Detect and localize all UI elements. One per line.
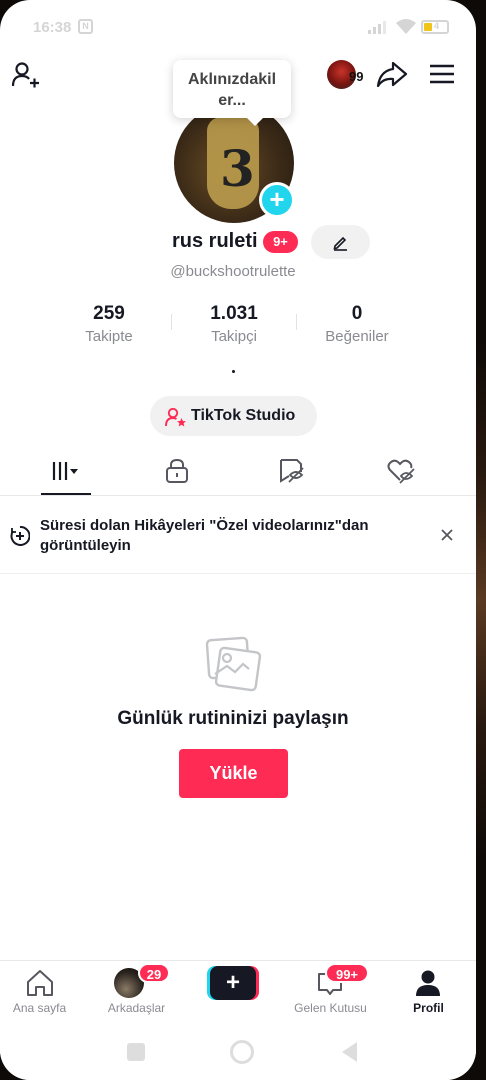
- home-icon: [27, 970, 53, 996]
- stat-following[interactable]: 259 Takipte: [39, 303, 179, 345]
- nav-inbox[interactable]: 99+ Gelen Kutusu: [283, 961, 378, 1021]
- wifi-icon: [396, 19, 416, 34]
- plus-icon: +: [210, 966, 256, 1000]
- username: @buckshootrulette: [170, 263, 296, 280]
- add-friend-icon[interactable]: [11, 60, 41, 90]
- phone-screen: 16:38 N 4 Aklınızdakil er... 99 3 + rus …: [0, 0, 476, 1080]
- nav-profile[interactable]: Profil: [381, 961, 476, 1021]
- active-tab-indicator: [41, 493, 91, 495]
- back-icon[interactable]: [340, 1041, 358, 1063]
- expired-stories-banner[interactable]: Süresi dolan Hikâyeleri "Özel videoların…: [0, 500, 476, 574]
- display-name: rus ruleti: [172, 230, 258, 252]
- followers-stories-pill[interactable]: 99: [327, 60, 371, 90]
- create-button[interactable]: +: [207, 966, 259, 1000]
- share-icon[interactable]: [376, 59, 408, 89]
- empty-state-title: Günlük rutininizi paylaşın: [117, 708, 349, 729]
- nfc-icon: N: [78, 19, 93, 34]
- home-system-button[interactable]: [230, 1040, 254, 1064]
- inbox-badge: 99+: [325, 963, 369, 983]
- tooltip-bubble: Aklınızdakil er...: [173, 60, 291, 126]
- close-icon[interactable]: [441, 529, 453, 541]
- tiktok-studio-button[interactable]: TikTok Studio: [150, 396, 317, 436]
- nav-home[interactable]: Ana sayfa: [0, 961, 87, 1021]
- videos-grid-icon: [52, 462, 78, 480]
- recents-button[interactable]: [127, 1043, 145, 1061]
- battery-icon: 4: [421, 20, 449, 34]
- tab-videos[interactable]: [41, 452, 91, 496]
- name-notification-badge: 9+: [263, 231, 298, 253]
- private-lock-icon[interactable]: [165, 458, 189, 484]
- system-navigation-bar: [0, 1020, 476, 1080]
- stat-likes[interactable]: 0 Beğeniler: [287, 303, 427, 345]
- friends-badge: 29: [138, 963, 170, 983]
- upload-button[interactable]: Yükle: [179, 749, 288, 798]
- stat-followers[interactable]: 1.031 Takipçi: [164, 303, 304, 345]
- banner-text: Süresi dolan Hikâyeleri "Özel videoların…: [40, 517, 369, 554]
- followers-pill-count: 99: [349, 69, 364, 84]
- creator-star-icon: [165, 407, 186, 427]
- story-plus-icon: [10, 526, 30, 546]
- status-bar: 16:38 N 4: [0, 0, 476, 54]
- status-time: 16:38: [33, 19, 72, 36]
- bio-text: [232, 370, 235, 373]
- edit-profile-button[interactable]: [311, 225, 370, 259]
- signal-icon: [368, 21, 386, 34]
- nav-friends[interactable]: 29 Arkadaşlar: [89, 961, 184, 1021]
- profile-tabs: [0, 452, 476, 496]
- add-story-plus-icon[interactable]: +: [259, 182, 295, 218]
- reposts-icon[interactable]: [277, 458, 305, 484]
- pencil-icon: [333, 236, 347, 251]
- menu-icon[interactable]: [429, 63, 455, 85]
- liked-icon[interactable]: [387, 458, 415, 484]
- gallery-icon: [205, 636, 261, 692]
- profile-icon: [416, 970, 440, 996]
